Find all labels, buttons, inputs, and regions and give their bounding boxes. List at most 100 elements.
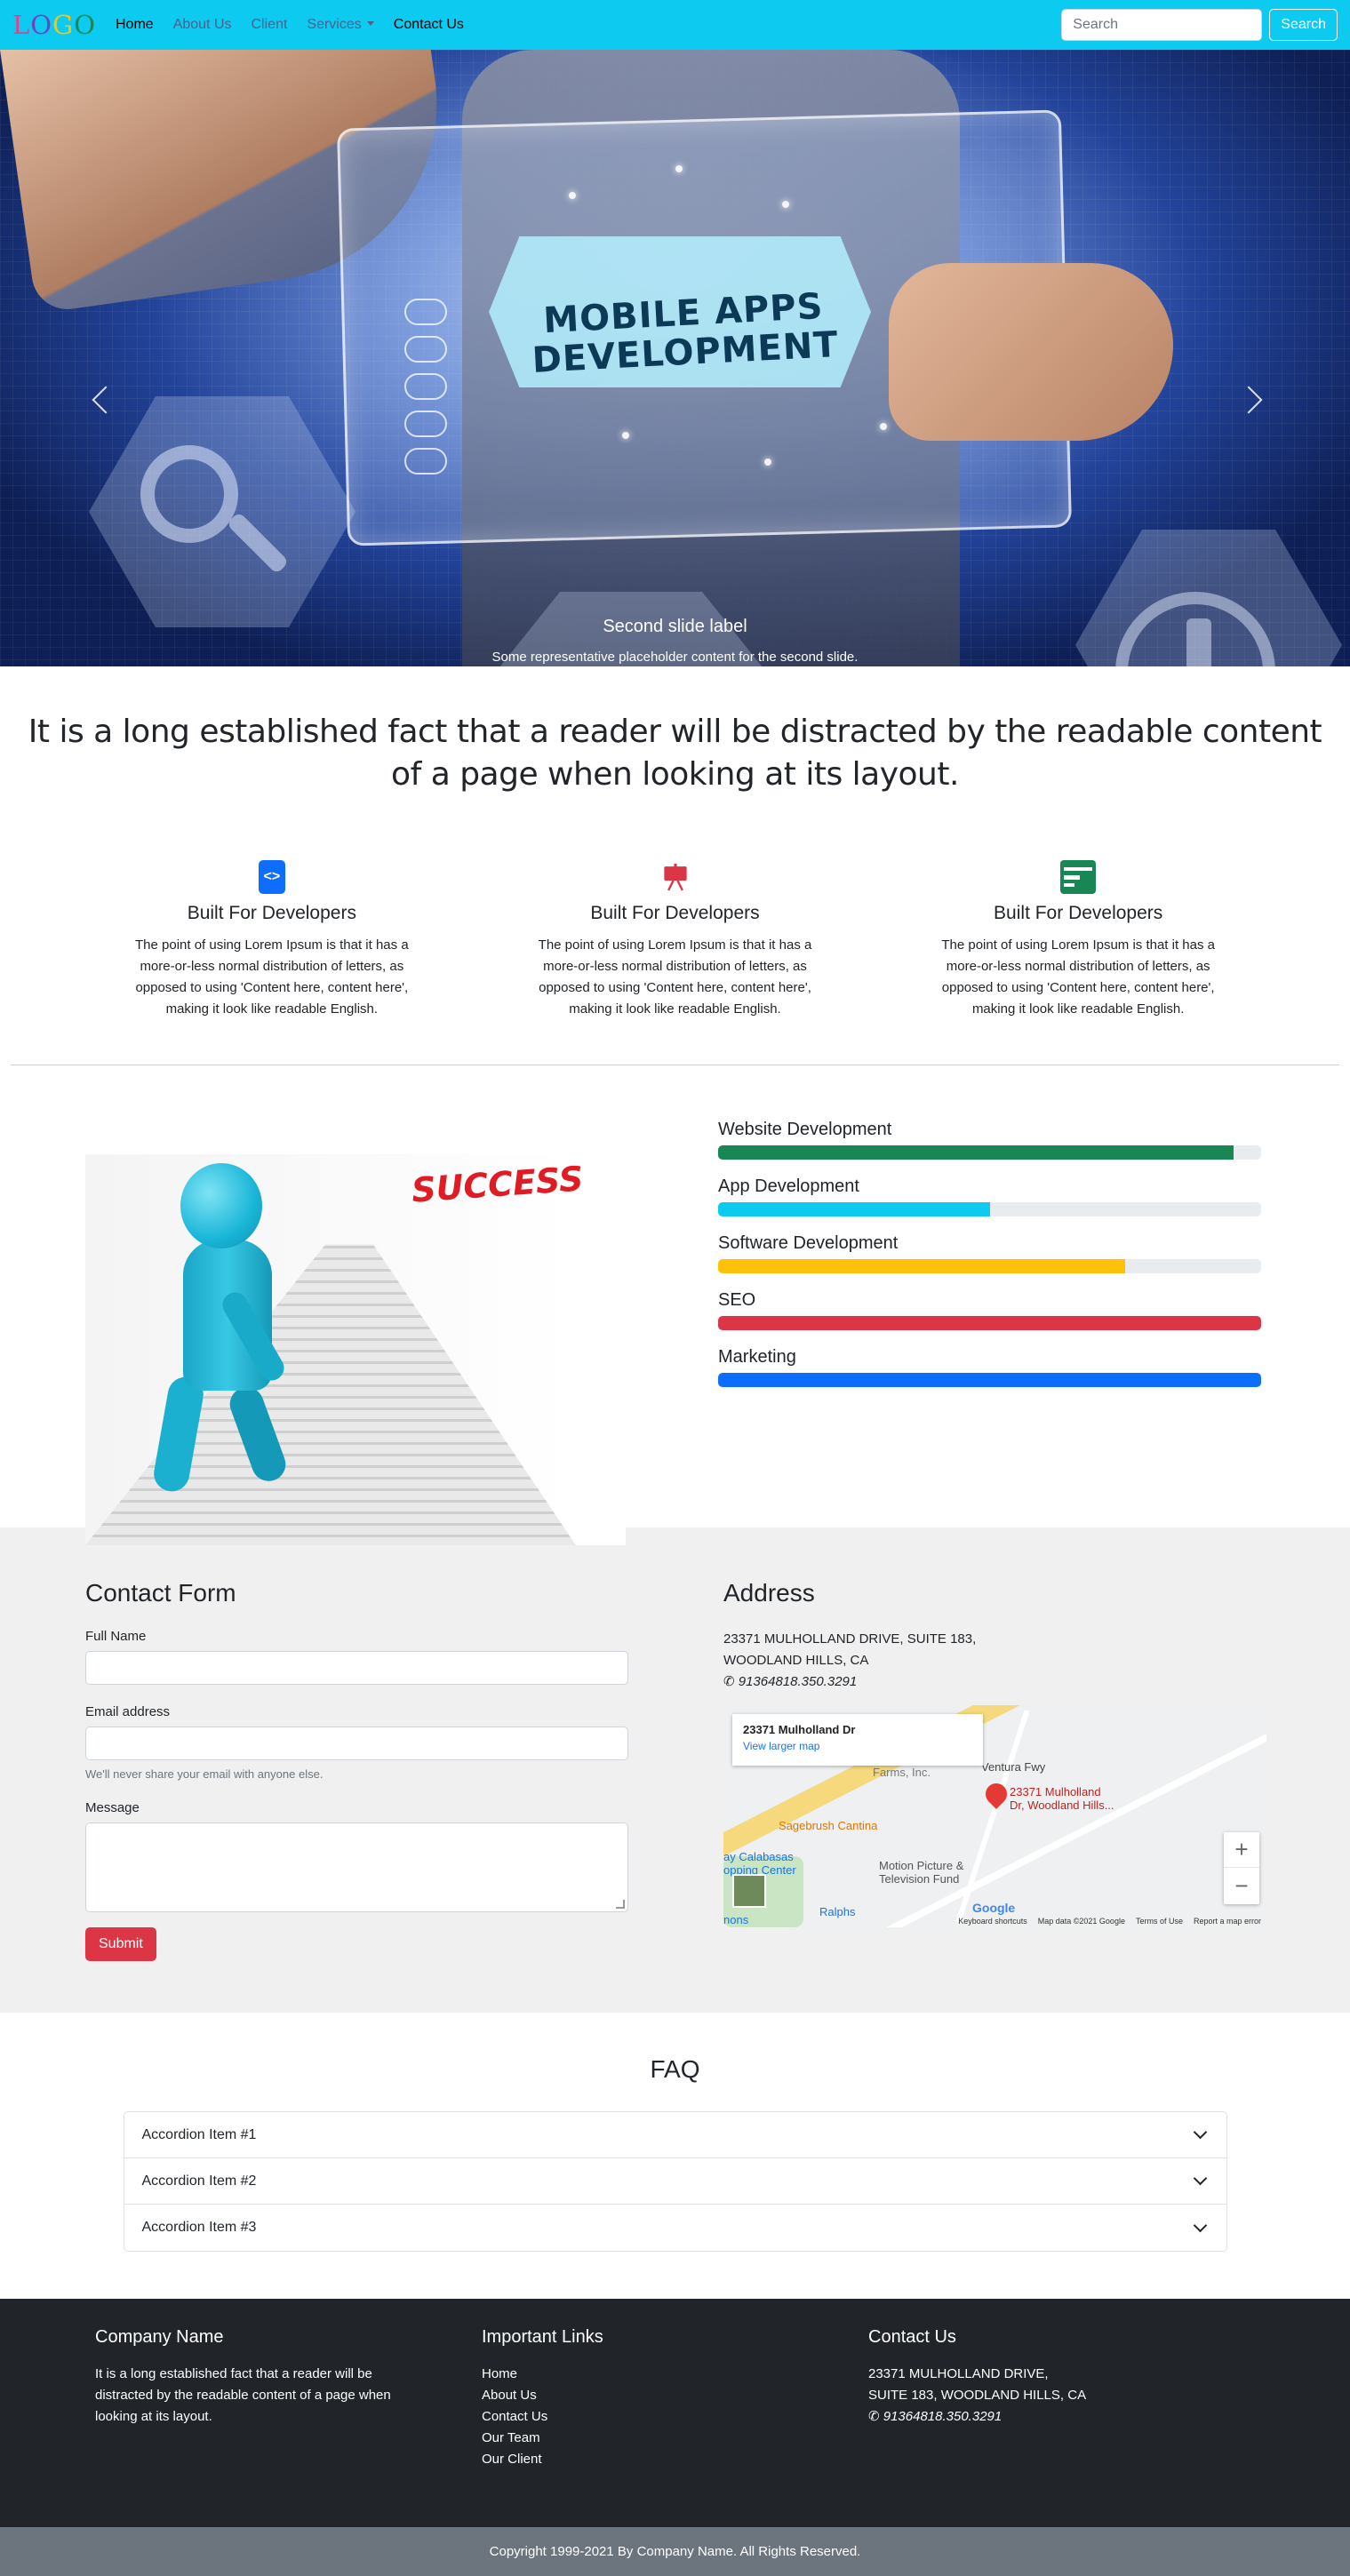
faq-title: FAQ [650,2055,700,2083]
progress-bar-fill [718,1316,1261,1330]
accordion-item[interactable]: Accordion Item #1 [124,2112,1226,2158]
progress-bar-fill [718,1259,1126,1273]
footer-links-title: Important Links [482,2327,603,2347]
site-footer: Company Name It is a long established fa… [0,2299,1350,2527]
network-node [764,459,771,466]
skills-progress-list: Website Development App Development Softwa… [718,1119,1261,1527]
tablet-menu-item [404,373,447,400]
phone-number: 91364818.350.3291 [738,1674,858,1689]
skill-progress: Marketing [718,1347,1261,1387]
footer-company: Company Name It is a long established fa… [95,2327,482,2527]
skill-label: Marketing [718,1347,796,1367]
embedded-map[interactable]: Farms, Inc. Ventura Fwy Sagebrush Cantin… [723,1705,1266,1927]
accordion-item[interactable]: Accordion Item #2 [124,2158,1226,2205]
carousel-caption: Second slide label Some representative p… [0,617,1350,665]
caret-down-icon [366,21,374,26]
search-button[interactable]: Search [1269,9,1338,41]
map-label: Sagebrush Cantina [779,1819,878,1832]
map-pin-label: 23371 Mulholland Dr, Woodland Hills... [1010,1785,1114,1812]
progress-bar [718,1316,1261,1330]
feature-title: Built For Developers [590,903,760,923]
footer-contact: Contact Us 23371 MULHOLLAND DRIVE, SUITE… [868,2327,1255,2527]
address-title: Address [723,1579,815,1607]
footer-link-team[interactable]: Our Team [482,2428,868,2449]
accordion-item-label: Accordion Item #2 [141,2173,257,2189]
feature-title: Built For Developers [187,903,356,923]
network-node [782,201,789,208]
map-satellite-thumbnail[interactable] [732,1874,766,1908]
lead-text: It is a long established fact that a rea… [28,714,1322,793]
map-info-card: 23371 Mulholland Dr View larger map [732,1714,983,1766]
skill-label: App Development [718,1176,859,1196]
full-name-field[interactable] [85,1651,628,1685]
logo[interactable]: LOGO [12,10,96,40]
message-label: Message [85,1800,140,1815]
map-attribution: Keyboard shortcuts Map data ©2021 Google… [958,1917,1261,1926]
skill-label: Software Development [718,1233,899,1253]
map-keyboard-shortcuts[interactable]: Keyboard shortcuts [958,1917,1027,1926]
zoom-out-icon[interactable]: − [1224,1868,1259,1903]
address-phone: ✆ 91364818.350.3291 [723,1671,1266,1693]
holding-hand [889,263,1173,441]
address-block: Address 23371 MULHOLLAND DRIVE, SUITE 18… [723,1579,1266,2013]
skills-section: SUCCESS Website Development App Developme… [0,1065,1350,1545]
skill-progress: SEO [718,1290,1261,1330]
search-form: Search [1061,9,1338,41]
map-zoom-control: + − [1224,1832,1259,1904]
feature-text: The point of using Lorem Ipsum is that i… [538,937,812,1017]
skill-progress: App Development [718,1176,1261,1216]
feature-card: Built For Developers The point of using … [891,860,1266,1020]
footer-link-client[interactable]: Our Client [482,2449,868,2470]
email-label: Email address [85,1704,171,1719]
footer-link-home[interactable]: Home [482,2364,868,2385]
map-card-title: 23371 Mulholland Dr [743,1723,856,1736]
map-terms-link[interactable]: Terms of Use [1136,1917,1183,1926]
accordion-item[interactable]: Accordion Item #3 [124,2205,1226,2251]
nav-link-about[interactable]: About Us [173,17,232,33]
logo-letter: L [12,10,31,40]
layout-icon [1060,860,1097,894]
footer-phone: ✆ 91364818.350.3291 [868,2406,1255,2428]
footer-links: Important Links Home About Us Contact Us… [482,2327,868,2527]
tablet-menu-item [404,411,447,437]
top-navbar: LOGO Home About Us Client Services Conta… [0,0,1350,50]
code-icon: <> [258,860,285,894]
logo-letter: O [74,10,96,40]
nav-link-client[interactable]: Client [252,17,288,33]
feature-card: <> Built For Developers The point of usi… [84,860,459,1020]
map-pin-icon[interactable] [981,1779,1011,1809]
logo-letter: G [52,10,75,40]
map-label-line: ay Calabasas [723,1850,794,1863]
feature-card: Built For Developers The point of using … [488,860,863,1020]
map-report-error-link[interactable]: Report a map error [1194,1917,1261,1926]
address-text: 23371 MULHOLLAND DRIVE, SUITE 183, WOODL… [723,1629,1266,1693]
submit-button[interactable]: Submit [85,1927,156,1961]
footer-contact-title: Contact Us [868,2327,956,2347]
nav-links: Home About Us Client Services Contact Us [116,17,464,33]
footer-link-about[interactable]: About Us [482,2385,868,2406]
search-input[interactable] [1061,9,1263,41]
figure-head [180,1163,262,1248]
zoom-in-icon[interactable]: + [1224,1832,1259,1868]
logo-letter: O [30,10,53,40]
nav-dropdown-services[interactable]: Services [307,17,374,33]
footer-phone-number: 91364818.350.3291 [883,2409,1003,2424]
map-label: Ralphs [819,1905,856,1918]
nav-link-home[interactable]: Home [116,17,154,33]
success-image-text: SUCCESS [410,1159,585,1210]
skill-progress: Website Development [718,1120,1261,1160]
footer-link-contact[interactable]: Contact Us [482,2406,868,2428]
tablet-menu-item [404,336,447,363]
email-field[interactable] [85,1727,628,1760]
nav-link-contact[interactable]: Contact Us [394,17,464,33]
easel-icon [662,860,689,894]
feature-title: Built For Developers [994,903,1163,923]
faq-section: FAQ Accordion Item #1 Accordion Item #2 … [0,2013,1350,2299]
contact-form-title: Contact Form [85,1579,236,1607]
copyright-bar: Copyright 1999-2021 By Company Name. All… [0,2527,1350,2576]
map-pin-label-line: Dr, Woodland Hills... [1010,1798,1114,1812]
message-field[interactable] [85,1822,628,1912]
hero-carousel: MOBILE APPS DEVELOPMENT Second slide lab… [0,50,1350,666]
view-larger-map-link[interactable]: View larger map [743,1740,972,1752]
progress-bar-fill [718,1145,1234,1160]
